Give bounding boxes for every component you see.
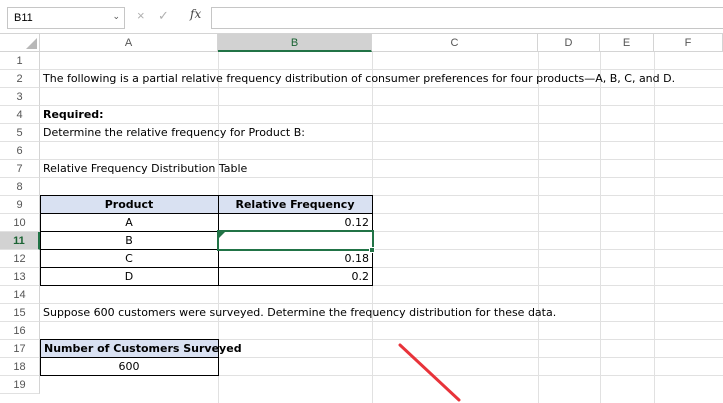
name-box-value: B11 [14,12,33,24]
chevron-down-icon[interactable]: ⌄ [112,11,120,22]
formula-bar: B11 ⌄ × ✓ fx [0,0,723,34]
name-box[interactable]: B11 ⌄ [7,7,125,29]
insert-function-icon[interactable]: fx [190,7,201,21]
annotation-line [398,343,461,402]
cancel-icon[interactable]: × [137,8,145,23]
formula-input[interactable] [211,7,723,29]
worksheet-grid: A B C D E F 1 2 3 4 5 6 7 8 9 10 11 12 1… [0,34,723,403]
check-icon[interactable]: ✓ [158,8,169,24]
red-arrow-stroke [398,343,461,402]
